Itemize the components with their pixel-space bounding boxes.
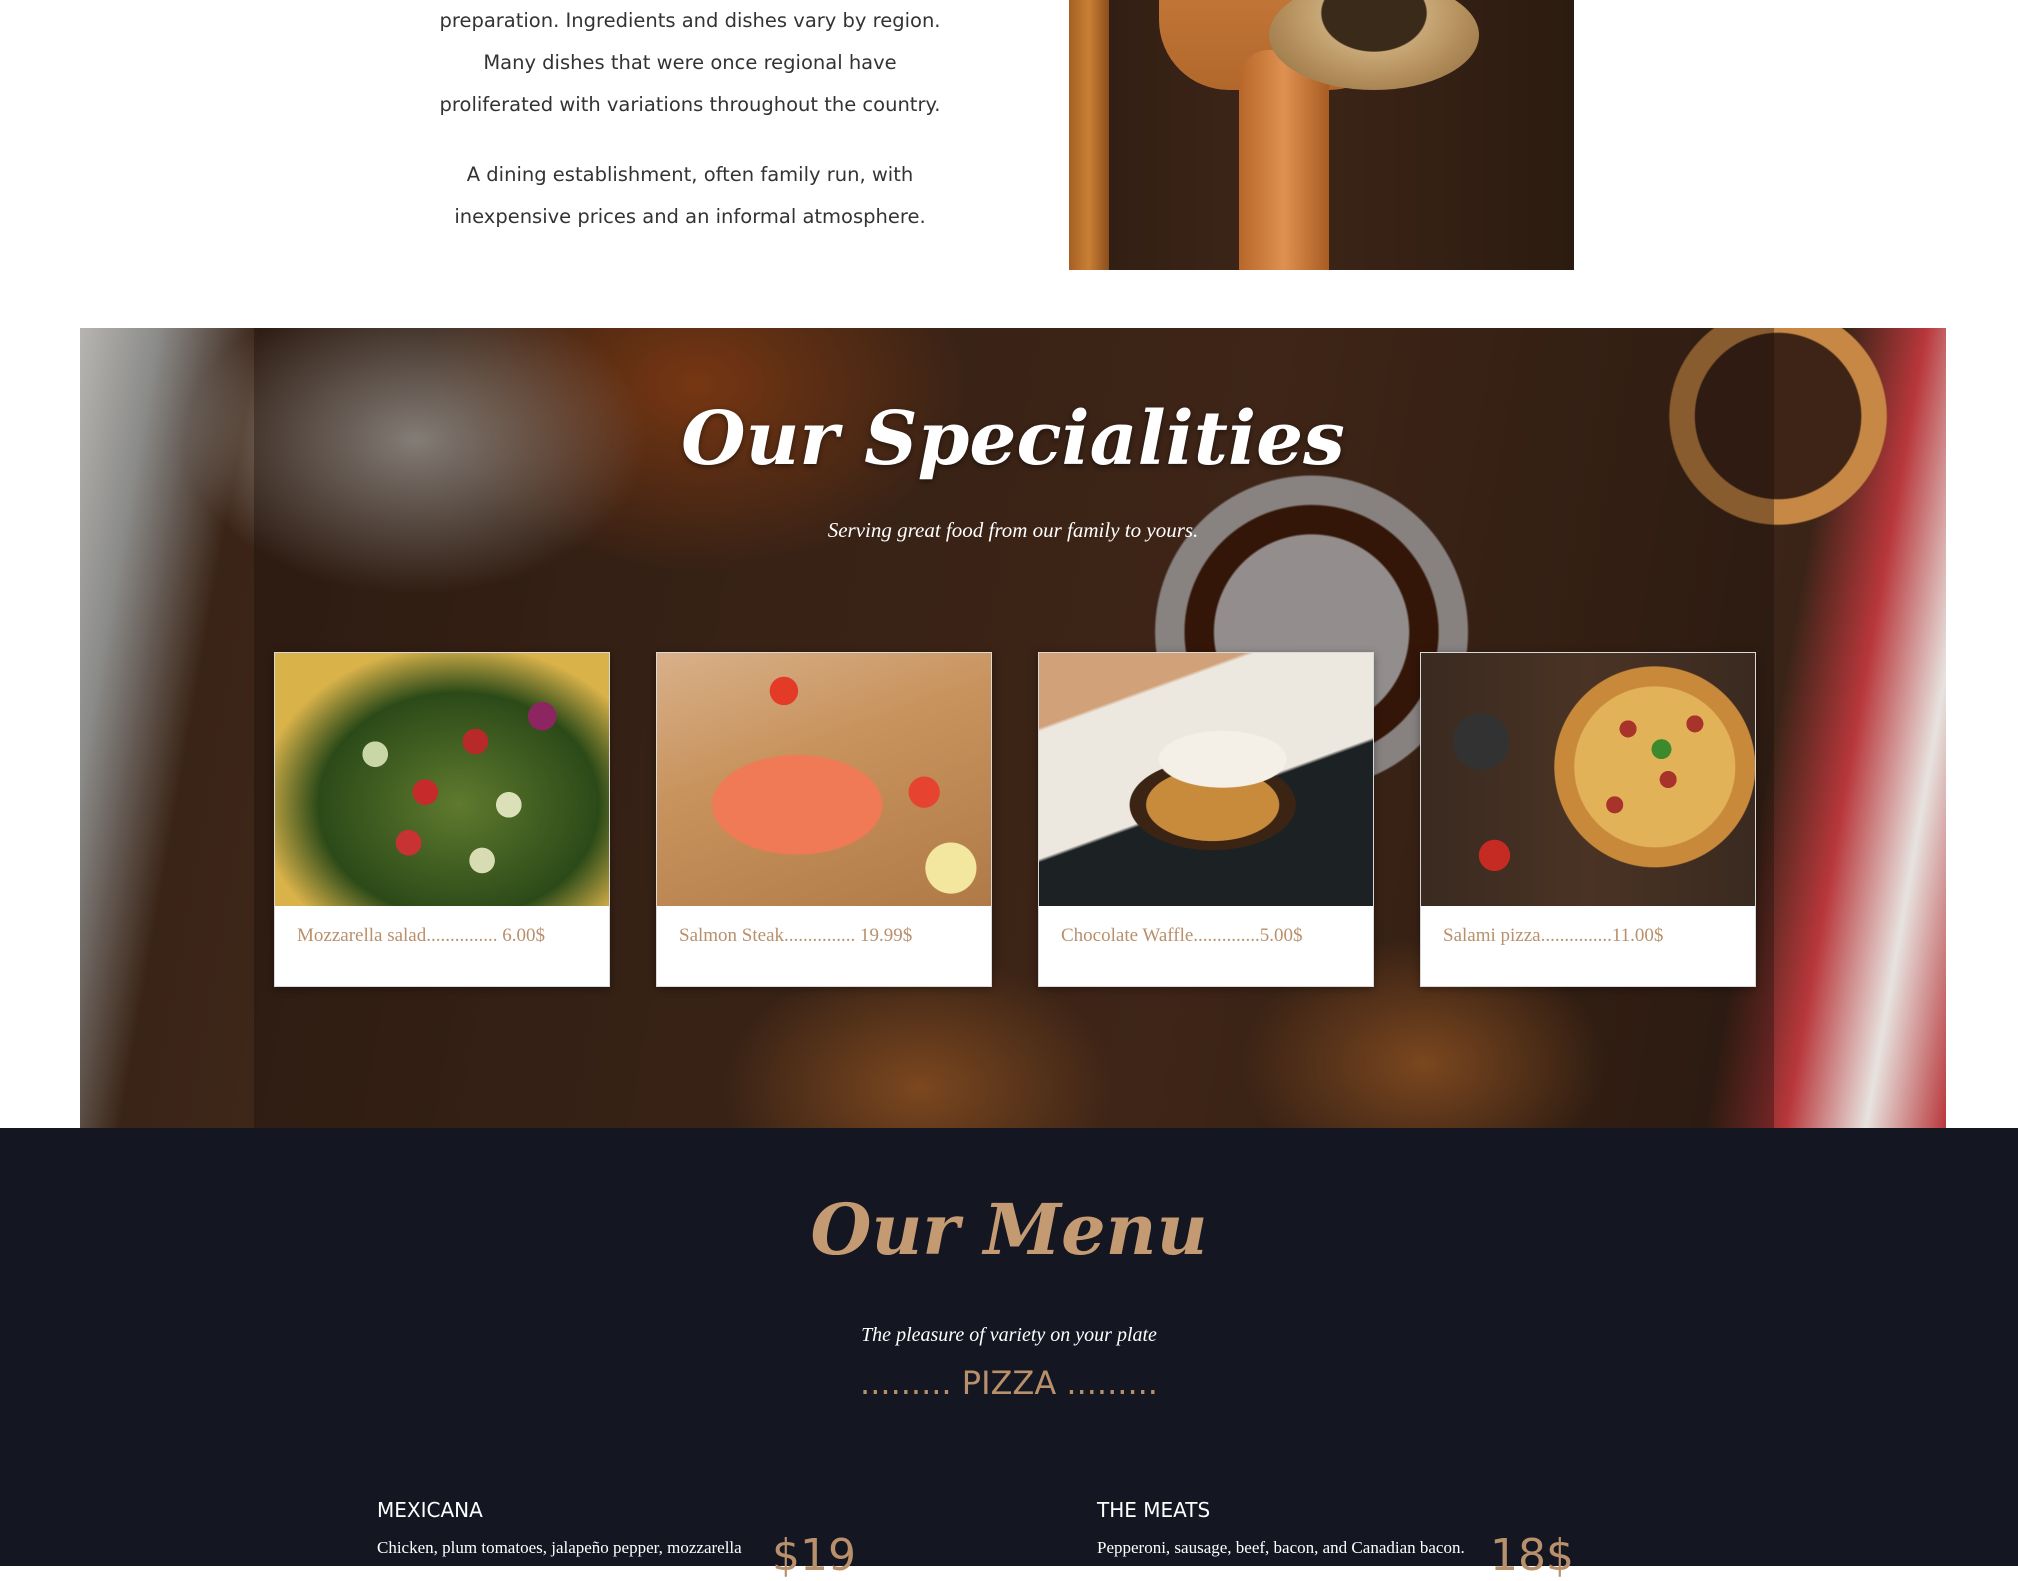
intro-section: preparation. Ingredients and dishes vary… [0, 0, 2018, 328]
menu-item-price: 18$ [1490, 1530, 1574, 1581]
intro-line: Many dishes that were once regional have [483, 51, 897, 74]
salami-pizza-photo [1421, 653, 1755, 906]
intro-paragraph-1: preparation. Ingredients and dishes vary… [420, 0, 960, 126]
speciality-card-salmon-steak[interactable]: Salmon Steak............... 19.99$ [656, 652, 992, 987]
menu-item-name: THE MEATS [1097, 1498, 1211, 1522]
intro-line: A dining establishment, often family run… [466, 163, 914, 186]
menu-section: Our Menu The pleasure of variety on your… [0, 1128, 2018, 1581]
speciality-caption: Mozzarella salad............... 6.00$ [297, 925, 545, 946]
speciality-card-chocolate-waffle[interactable]: Chocolate Waffle..............5.00$ [1038, 652, 1374, 987]
menu-subtitle: The pleasure of variety on your plate [861, 1324, 1157, 1346]
intro-text: preparation. Ingredients and dishes vary… [420, 0, 960, 238]
intro-paragraph-2: A dining establishment, often family run… [420, 154, 960, 238]
menu-item-description: Pepperoni, sausage, beef, bacon, and Can… [1097, 1538, 1465, 1557]
intro-line: inexpensive prices and an informal atmos… [454, 205, 926, 228]
menu-item-price: $19 [772, 1530, 856, 1581]
menu-category-pizza[interactable]: ......... PIZZA ......... [0, 1364, 2018, 1402]
menu-title: Our Menu [810, 1188, 1208, 1271]
chocolate-waffle-photo [1039, 653, 1373, 906]
speciality-caption: Chocolate Waffle..............5.00$ [1061, 925, 1303, 946]
mozzarella-salad-photo [275, 653, 609, 906]
specialities-section: Our Specialities Serving great food from… [80, 328, 1946, 1128]
specialities-title: Our Specialities [681, 396, 1345, 482]
speciality-card-mozzarella-salad[interactable]: Mozzarella salad............... 6.00$ [274, 652, 610, 987]
specialities-subtitle: Serving great food from our family to yo… [827, 518, 1199, 542]
speciality-caption: Salmon Steak............... 19.99$ [679, 925, 913, 946]
menu-item-description: Chicken, plum tomatoes, jalapeño pepper,… [377, 1538, 742, 1557]
speciality-caption: Salami pizza...............11.00$ [1443, 925, 1664, 946]
bread-board-photo [1069, 0, 1574, 270]
menu-item-name: MEXICANA [377, 1498, 483, 1522]
speciality-card-salami-pizza[interactable]: Salami pizza...............11.00$ [1420, 652, 1756, 987]
intro-line: preparation. Ingredients and dishes vary… [439, 9, 941, 32]
board-stripe [1069, 0, 1109, 270]
salmon-steak-photo [657, 653, 991, 906]
intro-line: proliferated with variations throughout … [439, 93, 941, 116]
board-handle [1239, 50, 1329, 270]
